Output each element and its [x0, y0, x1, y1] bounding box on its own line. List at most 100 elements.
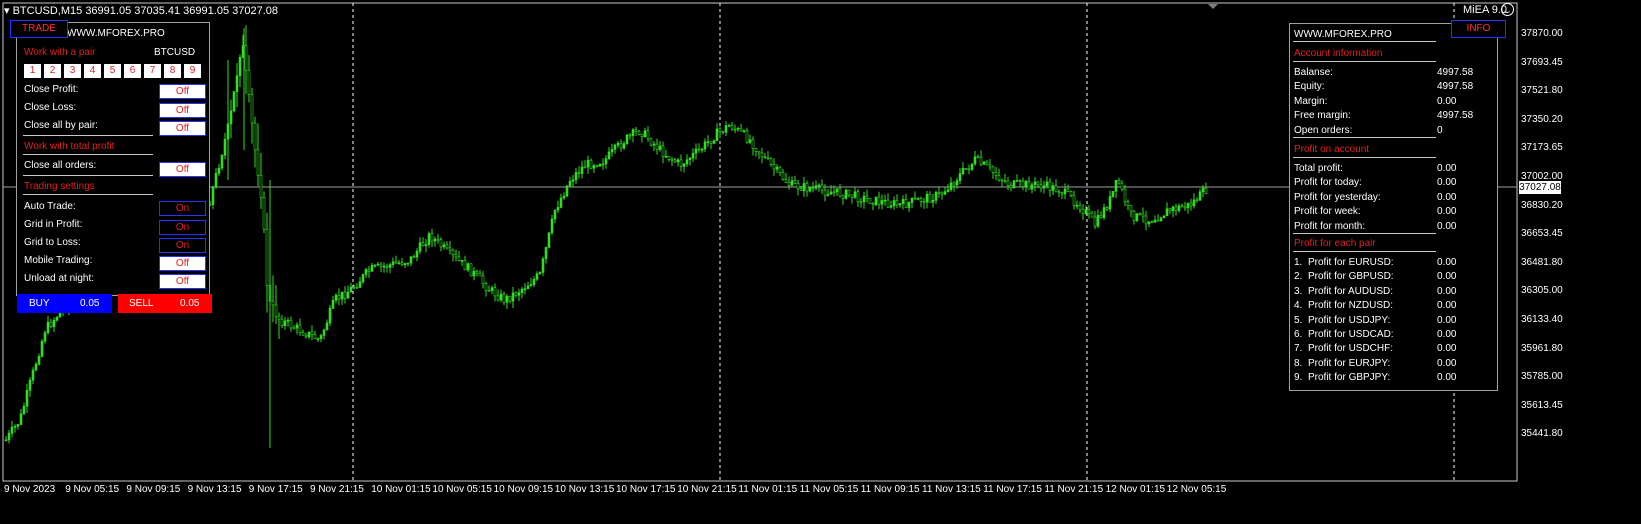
candle-body [973, 156, 977, 165]
candle-body [4, 439, 8, 442]
mobile-trading-toggle[interactable]: Off [159, 256, 206, 271]
candle-body [970, 163, 974, 170]
candle-body [274, 304, 278, 317]
candle-body [7, 432, 11, 441]
tab-trade[interactable]: TRADE [10, 20, 68, 38]
candle-body [652, 143, 656, 146]
candle-body [592, 165, 596, 169]
candle-body [469, 263, 473, 277]
time-tick-label: 10 Nov 17:15 [616, 484, 676, 495]
divider [1293, 251, 1436, 252]
candle-body [1105, 207, 1109, 210]
candle-body [361, 274, 365, 283]
buy-button[interactable]: BUY 0.05 [17, 294, 112, 313]
candle-body [820, 184, 824, 191]
pair-profit-row-label: Profit for EURJPY: [1308, 357, 1391, 369]
candle-body [886, 199, 890, 208]
candle-body [364, 269, 368, 275]
unload-at-night-label: Unload at night: [24, 273, 95, 284]
pair-number-button[interactable]: 6 [124, 64, 141, 78]
candle-body [676, 159, 680, 163]
grid-in-profit-toggle[interactable]: On [159, 220, 206, 235]
candle-body [337, 294, 341, 300]
pair-profit-row-num: 9. [1294, 372, 1303, 384]
candle-body [1018, 180, 1022, 182]
candle-body [763, 156, 767, 159]
candle-body [832, 191, 836, 194]
close-all-orders-toggle[interactable]: Off [159, 162, 206, 177]
sell-lot: 0.05 [180, 298, 200, 309]
account-row-label: Margin: [1294, 95, 1328, 107]
candle-body [1075, 204, 1079, 207]
candle-body [562, 195, 566, 199]
candle-body [1201, 187, 1205, 193]
pair-profit-row-num: 5. [1294, 314, 1303, 326]
candle-body [313, 334, 317, 339]
candle-body [880, 200, 884, 205]
candle-body [682, 163, 686, 167]
close-profit-toggle[interactable]: Off [159, 84, 206, 99]
candle-body [322, 329, 326, 336]
sell-button[interactable]: SELL 0.05 [118, 294, 212, 313]
close-profit-label: Close Profit: [24, 84, 79, 95]
pair-number-button[interactable]: 7 [144, 64, 161, 78]
candle-body [370, 265, 374, 272]
candle-body [664, 155, 668, 158]
candle-body [769, 158, 773, 165]
candle-body [250, 94, 254, 124]
auto-trade-label: Auto Trade: [24, 201, 76, 212]
auto-trade-toggle[interactable]: On [159, 201, 206, 216]
close-loss-toggle[interactable]: Off [159, 103, 206, 118]
candle-body [1021, 180, 1025, 187]
pair-profit-row-label: Profit for GBPJPY: [1308, 372, 1391, 384]
candle-body [43, 332, 47, 342]
pair-number-button[interactable]: 9 [184, 64, 201, 78]
candle-body [760, 152, 764, 158]
divider [1293, 41, 1436, 42]
candle-body [574, 172, 578, 181]
candle-body [595, 165, 599, 167]
candle-body [1162, 215, 1166, 219]
candle-body [526, 285, 530, 290]
price-tick-label: 37870.00 [1521, 28, 1563, 39]
account-row-value: 4997.58 [1437, 81, 1474, 93]
candle-body [532, 278, 536, 285]
candle-body [1042, 185, 1046, 189]
time-tick-label: 11 Nov 05:15 [799, 484, 859, 495]
candle-body [394, 261, 398, 264]
tab-info[interactable]: INFO [1451, 20, 1506, 38]
candle-body [1120, 182, 1124, 190]
pair-number-button[interactable]: 1 [24, 64, 41, 78]
current-pair: BTCUSD [154, 47, 196, 58]
candle-body [433, 238, 437, 242]
candle-body [715, 128, 719, 142]
candle-body [448, 247, 452, 251]
close-all-by-pair-toggle[interactable]: Off [159, 121, 206, 136]
candle-body [1171, 206, 1175, 212]
candle-body [826, 194, 830, 196]
grid-to-loss-toggle[interactable]: On [159, 238, 206, 253]
price-tick-label: 35613.45 [1521, 399, 1563, 411]
candle-body [289, 319, 293, 329]
candle-body [253, 122, 257, 151]
time-tick-label: 11 Nov 01:15 [738, 484, 798, 495]
profit-row-label: Profit for today: [1294, 177, 1362, 189]
candle-body [1192, 199, 1196, 207]
candle-body [1147, 221, 1151, 225]
candle-body [1003, 180, 1007, 182]
candle-body [1039, 184, 1043, 189]
candle-body [223, 138, 227, 156]
pair-number-button[interactable]: 8 [164, 64, 181, 78]
pair-number-button[interactable]: 3 [64, 64, 81, 78]
unload-at-night-toggle[interactable]: Off [159, 274, 206, 289]
account-row-label: Open orders: [1294, 124, 1353, 136]
candle-body [955, 180, 959, 186]
candle-body [460, 260, 464, 262]
pair-number-button[interactable]: 2 [44, 64, 61, 78]
pair-profit-row-label: Profit for GBPUSD: [1308, 271, 1394, 283]
candle-body [541, 258, 545, 273]
pair-number-button[interactable]: 4 [84, 64, 101, 78]
candle-body [892, 200, 896, 207]
candle-body [10, 426, 14, 434]
pair-number-button[interactable]: 5 [104, 64, 121, 78]
